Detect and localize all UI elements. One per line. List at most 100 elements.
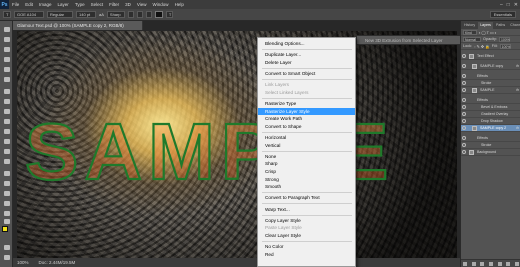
menu-item-clear-layer-style[interactable]: Clear Layer Style [258,232,355,239]
visibility-eye-icon[interactable] [462,136,466,140]
menu-item-blending-options[interactable]: Blending Options... [258,40,355,47]
tab-channels[interactable]: Channels [508,22,520,29]
hand-tool-icon[interactable] [2,209,11,217]
visibility-eye-icon[interactable] [462,119,466,123]
font-family-select[interactable]: GOE A104 [14,11,44,18]
layer-row[interactable]: SAMPLE copy fx [461,63,520,70]
menu-image[interactable]: Image [36,2,55,7]
visibility-eye-icon[interactable] [462,64,466,68]
quick-mask-icon[interactable] [2,243,11,251]
layer-effect-row[interactable]: Gradient Overlay [461,111,520,118]
visibility-eye-icon[interactable] [462,126,466,130]
marquee-tool-icon[interactable] [2,35,11,43]
fill-field[interactable]: 100% [499,43,511,49]
layer-row[interactable]: Text Effect [461,53,520,60]
visibility-eye-icon[interactable] [462,88,466,92]
layer-row[interactable]: SAMPLE copy 2 fx [461,125,520,132]
path-selection-tool-icon[interactable] [2,189,11,197]
visibility-eye-icon[interactable] [462,150,466,154]
add-mask-icon[interactable] [480,261,485,266]
lasso-tool-icon[interactable] [2,45,11,53]
quick-select-tool-icon[interactable] [2,55,11,63]
zoom-level[interactable]: 100% [17,260,29,265]
filter-icons[interactable]: ▪ ◯ T ▭ ◐ [479,30,497,35]
menu-item-vertical[interactable]: Vertical [258,142,355,149]
menu-view[interactable]: View [134,2,150,7]
kind-filter-select[interactable]: Kind [463,29,477,35]
menu-file[interactable]: File [9,2,22,7]
type-tool-icon[interactable] [2,179,11,187]
canvas[interactable]: SAMPLE [17,31,457,258]
menu-select[interactable]: Select [88,2,107,7]
layer-effect-row[interactable]: Drop Shadow [461,118,520,125]
blend-mode-select[interactable]: Normal [463,36,481,42]
adjustment-layer-icon[interactable] [488,261,493,266]
menu-item-rasterize-layer-style[interactable]: Rasterize Layer Style [258,107,355,115]
gradient-tool-icon[interactable] [2,137,11,145]
menu-item-sharp[interactable]: Sharp [258,160,355,167]
minimize-icon[interactable]: – [500,2,503,8]
font-size-select[interactable]: 140 pt [76,11,96,18]
menu-item-delete-layer[interactable]: Delete Layer [258,59,355,66]
menu-layer[interactable]: Layer [55,2,72,7]
close-icon[interactable]: ✕ [514,2,518,8]
menu-item-rasterize-type[interactable]: Rasterize Type [258,100,355,107]
menu-item-copy-layer-style[interactable]: Copy Layer Style [258,217,355,224]
menu-item-convert-to-paragraph-text[interactable]: Convert to Paragraph Text [258,194,355,201]
menu-edit[interactable]: Edit [22,2,36,7]
text-color-swatch[interactable] [154,11,163,18]
layer-effect-row[interactable]: Effects [461,73,520,80]
layer-fx-icon[interactable]: fx [516,125,519,132]
visibility-eye-icon[interactable] [462,81,466,85]
eraser-tool-icon[interactable] [2,127,11,135]
layer-row[interactable]: Background [461,149,520,156]
brush-tool-icon[interactable] [2,97,11,105]
pen-tool-icon[interactable] [2,169,11,177]
color-swatches[interactable] [2,226,11,237]
visibility-eye-icon[interactable] [462,74,466,78]
visibility-eye-icon[interactable] [462,112,466,116]
visibility-eye-icon[interactable] [462,98,466,102]
menu-item-convert-to-shape[interactable]: Convert to Shape [258,123,355,130]
menu-item-warp-text[interactable]: Warp Text... [258,206,355,213]
layer-effect-row[interactable]: Effects [461,97,520,104]
visibility-eye-icon[interactable] [462,143,466,147]
layer-effect-row[interactable]: Stroke [461,142,520,149]
tab-paths[interactable]: Paths [494,22,507,29]
maximize-icon[interactable]: □ [507,2,510,8]
add-style-icon[interactable] [471,261,476,266]
move-tool-icon[interactable] [2,25,11,33]
visibility-eye-icon[interactable] [462,105,466,109]
menu-item-no-color[interactable]: No Color [258,243,355,250]
lock-icons[interactable]: ▫ ✎ ✥ 🔒 [474,44,490,49]
history-brush-tool-icon[interactable] [2,117,11,125]
layer-fx-icon[interactable]: fx [516,87,519,94]
visibility-eye-icon[interactable] [462,54,466,58]
align-left-icon[interactable] [127,11,134,18]
crop-tool-icon[interactable] [2,65,11,73]
foreground-color-swatch[interactable] [2,226,8,232]
new-group-icon[interactable] [497,261,502,266]
trash-icon[interactable] [514,261,519,266]
tab-layers[interactable]: Layers [478,22,493,29]
zoom-tool-icon[interactable] [2,217,11,225]
menu-type[interactable]: Type [72,2,88,7]
anti-alias-select[interactable]: Sharp [106,11,125,18]
eyedropper-tool-icon[interactable] [2,75,11,83]
layer-effect-row[interactable]: Bevel & Emboss [461,104,520,111]
healing-brush-tool-icon[interactable] [2,87,11,95]
screen-mode-icon[interactable] [2,253,11,261]
warp-text-icon[interactable]: T [165,11,173,18]
menu-window[interactable]: Window [150,2,172,7]
layer-effect-row[interactable]: Effects [461,135,520,142]
menu-item-create-work-path[interactable]: Create Work Path [258,115,355,122]
menu-3d[interactable]: 3D [122,2,134,7]
layer-row[interactable]: SAMPLE fx [461,87,520,94]
menu-item-crisp[interactable]: Crisp [258,168,355,175]
dodge-tool-icon[interactable] [2,157,11,165]
align-center-icon[interactable] [136,11,143,18]
menu-item-none[interactable]: None [258,153,355,160]
opacity-field[interactable]: 100% [498,36,510,42]
new-layer-icon[interactable] [506,261,511,266]
type-tool-preset-icon[interactable]: T [3,11,11,18]
